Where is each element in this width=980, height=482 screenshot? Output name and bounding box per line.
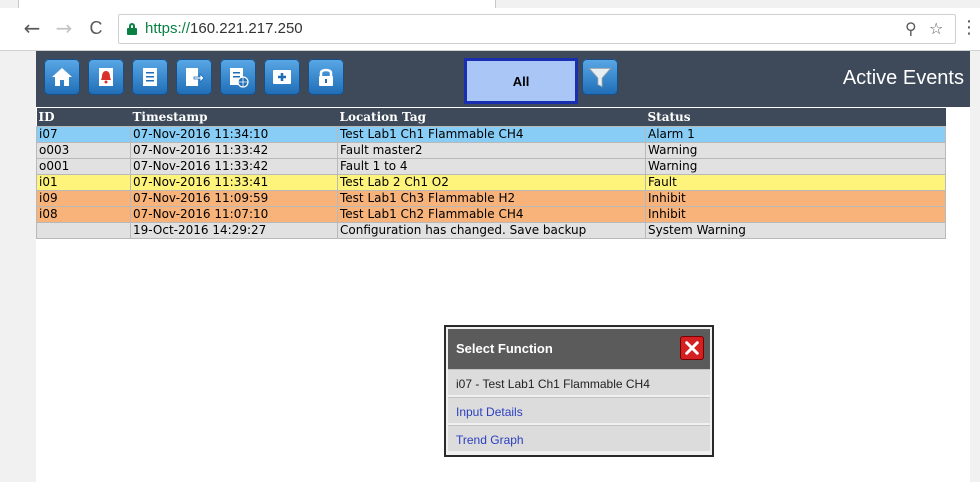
- table-row[interactable]: i08 07-Nov-2016 11:07:10 Test Lab1 Ch2 F…: [36, 206, 946, 223]
- cell-location: Fault master2: [337, 142, 646, 159]
- table-row[interactable]: i07 07-Nov-2016 11:34:10 Test Lab1 Ch1 F…: [36, 126, 946, 143]
- table-row[interactable]: i01 07-Nov-2016 11:33:41 Test Lab 2 Ch1 …: [36, 174, 946, 191]
- url-scheme: https://: [145, 20, 191, 37]
- report-globe-button[interactable]: [220, 59, 256, 95]
- zoom-icon[interactable]: ⚲: [905, 19, 917, 38]
- cell-timestamp: 07-Nov-2016 11:09:59: [130, 190, 338, 207]
- dialog-title: Select Function: [456, 341, 553, 356]
- cell-status: Warning: [645, 158, 946, 175]
- table-header-row: ID Timestamp Location Tag Status: [36, 108, 946, 127]
- document-icon: [143, 68, 157, 86]
- add-card-button[interactable]: [264, 59, 300, 95]
- cell-id: i01: [36, 174, 131, 191]
- cell-status: System Warning: [645, 222, 946, 239]
- cell-status: Fault: [645, 174, 946, 191]
- table-row[interactable]: o001 07-Nov-2016 11:33:42 Fault 1 to 4 W…: [36, 158, 946, 175]
- select-function-dialog: Select Function i07 - Test Lab1 Ch1 Flam…: [444, 325, 714, 457]
- cell-id: o001: [36, 158, 131, 175]
- url-host: 160.221.217.250: [190, 20, 303, 37]
- cell-location: Fault 1 to 4: [337, 158, 646, 175]
- input-details-link[interactable]: Input Details: [448, 397, 710, 423]
- close-button[interactable]: [680, 336, 704, 360]
- cell-timestamp: 07-Nov-2016 11:33:42: [130, 142, 338, 159]
- column-header-status[interactable]: Status: [645, 108, 946, 127]
- reload-icon[interactable]: C: [84, 16, 108, 40]
- add-card-icon: [273, 70, 291, 84]
- home-button[interactable]: [44, 59, 80, 95]
- export-icon: [186, 68, 205, 86]
- cell-id: i07: [36, 126, 131, 143]
- browser-menu-icon[interactable]: ⋮: [960, 17, 978, 38]
- browser-toolbar: ← → C https://160.221.217.250 ⚲ ☆ ⋮: [0, 8, 980, 51]
- cell-status: Inhibit: [645, 190, 946, 207]
- active-tab[interactable]: [18, 0, 496, 8]
- cell-id: i09: [36, 190, 131, 207]
- dialog-header: Select Function: [448, 329, 710, 369]
- trend-graph-link[interactable]: Trend Graph: [448, 425, 710, 451]
- cell-location: Test Lab 2 Ch1 O2: [337, 174, 646, 191]
- cell-location: Test Lab1 Ch2 Flammable CH4: [337, 206, 646, 223]
- app-header: All Active Events: [36, 51, 970, 107]
- table-row[interactable]: i09 07-Nov-2016 11:09:59 Test Lab1 Ch3 F…: [36, 190, 946, 207]
- alarm-report-icon: [99, 68, 113, 86]
- cell-timestamp: 07-Nov-2016 11:33:41: [130, 174, 338, 191]
- table-row[interactable]: o003 07-Nov-2016 11:33:42 Fault master2 …: [36, 142, 946, 159]
- url-text[interactable]: https://160.221.217.250: [145, 20, 303, 37]
- cell-id: i08: [36, 206, 131, 223]
- back-icon[interactable]: ←: [20, 16, 44, 40]
- filter-all-button[interactable]: All: [464, 58, 578, 104]
- events-table: ID Timestamp Location Tag Status i07 07-…: [36, 108, 946, 239]
- cell-timestamp: 07-Nov-2016 11:34:10: [130, 126, 338, 143]
- column-header-timestamp[interactable]: Timestamp: [130, 108, 338, 127]
- secure-lock-icon: [127, 23, 137, 35]
- cell-timestamp: 19-Oct-2016 14:29:27: [130, 222, 338, 239]
- table-row[interactable]: 19-Oct-2016 14:29:27 Configuration has c…: [36, 222, 946, 239]
- cell-location: Configuration has changed. Save backup: [337, 222, 646, 239]
- address-bar[interactable]: https://160.221.217.250 ⚲ ☆: [118, 14, 956, 44]
- lock-button[interactable]: [308, 59, 344, 95]
- cell-location: Test Lab1 Ch3 Flammable H2: [337, 190, 646, 207]
- page-title: Active Events: [842, 67, 964, 89]
- filter-button[interactable]: [582, 59, 618, 95]
- cell-status: Inhibit: [645, 206, 946, 223]
- lock-icon: [319, 68, 333, 86]
- cell-timestamp: 07-Nov-2016 11:33:42: [130, 158, 338, 175]
- forward-icon[interactable]: →: [52, 16, 76, 40]
- cell-location: Test Lab1 Ch1 Flammable CH4: [337, 126, 646, 143]
- cell-status: Alarm 1: [645, 126, 946, 143]
- close-icon: [685, 341, 699, 355]
- selected-event-label: i07 - Test Lab1 Ch1 Flammable CH4: [448, 369, 710, 395]
- report-globe-icon: [230, 68, 249, 88]
- bookmark-star-icon[interactable]: ☆: [929, 19, 943, 38]
- cell-id: [36, 222, 131, 239]
- home-icon: [52, 68, 72, 86]
- column-header-location-tag[interactable]: Location Tag: [337, 108, 646, 127]
- document-button[interactable]: [132, 59, 168, 95]
- column-header-id[interactable]: ID: [36, 108, 131, 127]
- alarm-report-button[interactable]: [88, 59, 124, 95]
- cell-timestamp: 07-Nov-2016 11:07:10: [130, 206, 338, 223]
- filter-icon: [588, 67, 612, 88]
- cell-id: o003: [36, 142, 131, 159]
- export-button[interactable]: [176, 59, 212, 95]
- tab-strip: [0, 0, 980, 8]
- cell-status: Warning: [645, 142, 946, 159]
